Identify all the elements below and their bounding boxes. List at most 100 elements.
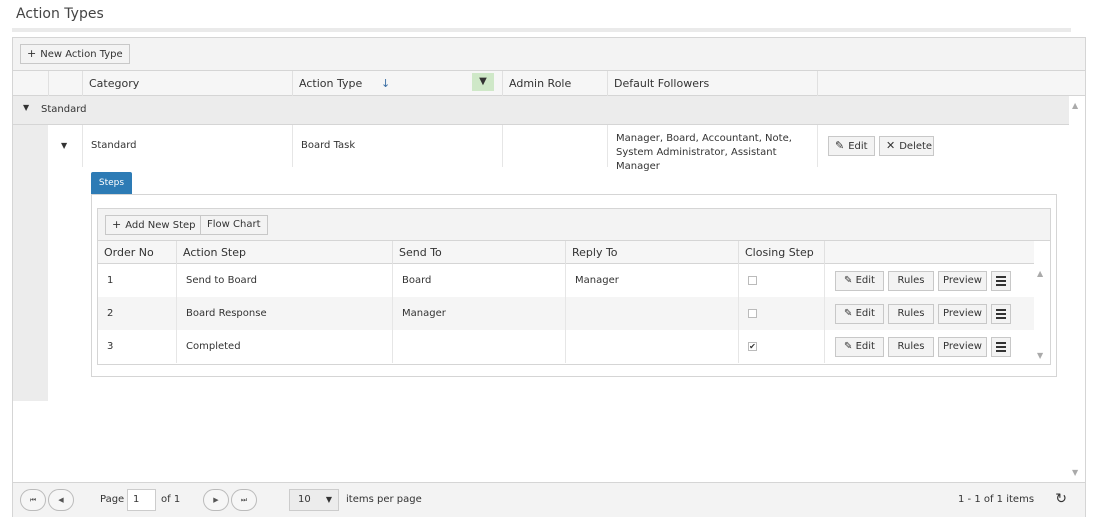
header-send-to[interactable]: Send To (392, 241, 565, 264)
step-edit-label: Edit (855, 341, 875, 352)
closing-step-checkbox[interactable] (748, 309, 757, 318)
header-category[interactable]: Category (82, 71, 292, 96)
step-action-step: Completed (176, 330, 392, 363)
step-menu-button[interactable] (991, 304, 1011, 324)
step-preview-button[interactable]: Preview (938, 337, 987, 357)
closing-step-checkbox[interactable]: ✔ (748, 342, 757, 351)
step-order: 2 (107, 308, 114, 319)
header-closing-step[interactable]: Closing Step (738, 241, 824, 264)
first-page-button[interactable]: ⏮ (20, 489, 46, 511)
steps-scroll-down-icon[interactable]: ▼ (1037, 351, 1043, 360)
add-new-step-label: Add New Step (125, 220, 196, 231)
hamburger-icon (996, 309, 1006, 311)
step-order: 1 (107, 275, 114, 286)
step-edit-button[interactable]: ✎ Edit (835, 271, 884, 291)
step-rules-button[interactable]: Rules (888, 271, 934, 291)
table-row: 1 Send to Board Board Manager ✎ Edit Rul… (98, 264, 1034, 297)
step-reply-to (565, 330, 738, 363)
step-preview-button[interactable]: Preview (938, 304, 987, 324)
table-row: ▼ Standard Board Task Manager, Board, Ac… (48, 125, 1069, 172)
grid-header: Category Action Type ↓ ▼ Admin Role Defa… (13, 71, 1085, 96)
page-title: Action Types (16, 6, 104, 22)
hamburger-icon (996, 342, 1006, 344)
step-edit-label: Edit (855, 308, 875, 319)
step-menu-button[interactable] (991, 337, 1011, 357)
step-edit-button[interactable]: ✎ Edit (835, 304, 884, 324)
refresh-icon[interactable]: ↻ (1055, 491, 1067, 507)
steps-scroll-up-icon[interactable]: ▲ (1037, 269, 1043, 278)
header-hierarchy-cell (13, 71, 48, 96)
row-collapse-icon[interactable]: ▼ (61, 141, 67, 150)
step-rules-button[interactable]: Rules (888, 304, 934, 324)
new-action-type-button[interactable]: + New Action Type (20, 44, 130, 64)
row-delete-label: Delete (899, 141, 933, 152)
scroll-down-icon[interactable]: ▼ (1072, 468, 1078, 477)
step-action-step: Send to Board (176, 264, 392, 297)
page-input[interactable]: 1 (127, 489, 156, 511)
group-collapse-icon[interactable]: ▼ (23, 103, 29, 112)
hierarchy-band (13, 125, 48, 401)
row-action-type: Board Task (292, 125, 502, 167)
page-total-label: of 1 (161, 494, 181, 505)
row-edit-button[interactable]: ✎ Edit (828, 136, 875, 156)
filter-icon[interactable]: ▼ (472, 73, 494, 91)
header-order-no[interactable]: Order No (98, 241, 176, 264)
step-edit-label: Edit (855, 275, 875, 286)
group-row-standard: ▼ Standard (13, 96, 1069, 125)
tab-steps[interactable]: Steps (91, 172, 132, 194)
step-send-to (392, 330, 565, 363)
close-icon: ✕ (886, 139, 896, 152)
closing-step-checkbox[interactable] (748, 276, 757, 285)
row-edit-label: Edit (848, 141, 868, 152)
items-per-page-select[interactable]: 10 ▼ (289, 489, 339, 511)
header-actions (817, 71, 1069, 96)
step-edit-button[interactable]: ✎ Edit (835, 337, 884, 357)
pager: ⏮ ◀ Page 1 of 1 ▶ ⏭ 10 ▼ items per page … (13, 482, 1085, 517)
header-action-type[interactable]: Action Type (292, 71, 502, 96)
steps-toolbar: + Add New Step Flow Chart (98, 209, 1050, 241)
action-types-grid: + New Action Type Category Action Type ↓ … (12, 37, 1086, 517)
row-default-followers: Manager, Board, Accountant, Note, System… (607, 125, 817, 172)
table-row: 2 Board Response Manager ✎ Edit Rules Pr… (98, 297, 1034, 330)
title-divider (12, 28, 1071, 32)
pencil-icon: ✎ (844, 341, 853, 352)
pencil-icon: ✎ (844, 308, 853, 319)
step-order: 3 (107, 341, 114, 352)
step-send-to: Manager (392, 297, 565, 330)
step-action-step: Board Response (176, 297, 392, 330)
step-rules-button[interactable]: Rules (888, 337, 934, 357)
grid-toolbar: + New Action Type (13, 38, 1085, 71)
items-per-page-value: 10 (298, 494, 311, 505)
plus-icon: + (27, 47, 37, 60)
scroll-up-icon[interactable]: ▲ (1072, 101, 1078, 110)
pager-summary: 1 - 1 of 1 items (958, 494, 1035, 505)
last-page-button[interactable]: ⏭ (231, 489, 257, 511)
row-delete-button[interactable]: ✕ Delete (879, 136, 934, 156)
group-label: Standard (41, 104, 87, 115)
row-category: Standard (82, 125, 292, 167)
header-expand-cell (48, 71, 82, 96)
header-reply-to[interactable]: Reply To (565, 241, 738, 264)
page-label: Page (100, 494, 125, 505)
chevron-down-icon: ▼ (325, 495, 332, 504)
header-step-actions (824, 241, 1034, 264)
steps-grid: + Add New Step Flow Chart Order No Action… (97, 208, 1051, 365)
pencil-icon: ✎ (844, 275, 853, 286)
flow-chart-button[interactable]: Flow Chart (200, 215, 268, 235)
step-menu-button[interactable] (991, 271, 1011, 291)
step-send-to: Board (392, 264, 565, 297)
new-action-type-label: New Action Type (40, 49, 123, 60)
sort-descending-icon: ↓ (381, 77, 391, 90)
hamburger-icon (996, 276, 1006, 278)
step-preview-button[interactable]: Preview (938, 271, 987, 291)
add-new-step-button[interactable]: + Add New Step (105, 215, 203, 235)
prev-page-button[interactable]: ◀ (48, 489, 74, 511)
step-reply-to (565, 297, 738, 330)
steps-detail-panel: + Add New Step Flow Chart Order No Action… (91, 194, 1057, 377)
table-row: 3 Completed ✔ ✎ Edit Rules Preview (98, 330, 1034, 363)
header-admin-role[interactable]: Admin Role (502, 71, 607, 96)
next-page-button[interactable]: ▶ (203, 489, 229, 511)
header-default-followers[interactable]: Default Followers (607, 71, 817, 96)
header-action-step[interactable]: Action Step (176, 241, 392, 264)
plus-icon: + (112, 218, 122, 231)
